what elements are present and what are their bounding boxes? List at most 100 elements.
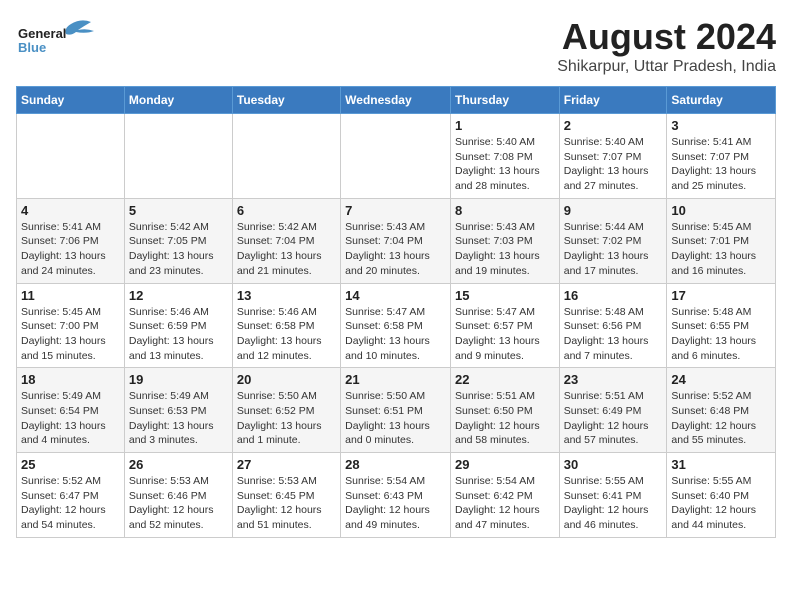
day-number: 28 (345, 457, 446, 472)
location: Shikarpur, Uttar Pradesh, India (557, 58, 776, 76)
day-detail: Sunrise: 5:50 AMSunset: 6:52 PMDaylight:… (237, 389, 336, 448)
calendar-cell: 19 Sunrise: 5:49 AMSunset: 6:53 PMDayligh… (124, 368, 232, 453)
title-area: August 2024 Shikarpur, Uttar Pradesh, In… (557, 16, 776, 76)
calendar-cell (341, 114, 451, 199)
calendar-cell: 5Sunrise: 5:42 AMSunset: 7:05 PMDaylight… (124, 198, 232, 283)
day-header-tuesday: Tuesday (232, 87, 340, 114)
week-row-4: 18 Sunrise: 5:49 AMSunset: 6:54 PMDayligh… (17, 368, 776, 453)
day-detail: Sunrise: 5:49 AMSunset: 6:53 PMDaylight:… (129, 389, 228, 448)
day-number: 31 (671, 457, 771, 472)
calendar-cell: 7Sunrise: 5:43 AMSunset: 7:04 PMDaylight… (341, 198, 451, 283)
day-number: 9 (564, 203, 663, 218)
day-number: 6 (237, 203, 336, 218)
day-header-wednesday: Wednesday (341, 87, 451, 114)
calendar-cell (17, 114, 125, 199)
day-number: 18 (21, 372, 120, 387)
day-detail: Sunrise: 5:54 AMSunset: 6:42 PMDaylight:… (455, 474, 555, 533)
day-number: 23 (564, 372, 663, 387)
day-number: 8 (455, 203, 555, 218)
day-detail: Sunrise: 5:49 AMSunset: 6:54 PMDaylight:… (21, 389, 120, 448)
day-number: 24 (671, 372, 771, 387)
calendar-cell: 18 Sunrise: 5:49 AMSunset: 6:54 PMDayligh… (17, 368, 125, 453)
day-number: 17 (671, 288, 771, 303)
day-number: 7 (345, 203, 446, 218)
calendar-table: SundayMondayTuesdayWednesdayThursdayFrid… (16, 86, 776, 538)
day-detail: Sunrise: 5:45 AMSunset: 7:00 PMDaylight:… (21, 305, 120, 364)
day-number: 10 (671, 203, 771, 218)
calendar-cell: 11 Sunrise: 5:45 AMSunset: 7:00 PMDayligh… (17, 283, 125, 368)
day-number: 15 (455, 288, 555, 303)
week-row-5: 25 Sunrise: 5:52 AMSunset: 6:47 PMDayligh… (17, 453, 776, 538)
day-number: 12 (129, 288, 228, 303)
day-detail: Sunrise: 5:42 AMSunset: 7:05 PMDaylight:… (129, 220, 228, 279)
day-number: 13 (237, 288, 336, 303)
calendar-cell: 13Sunrise: 5:46 AMSunset: 6:58 PMDayligh… (232, 283, 340, 368)
calendar-cell: 1 Sunrise: 5:40 AMSunset: 7:08 PMDaylight… (450, 114, 559, 199)
day-number: 22 (455, 372, 555, 387)
week-row-3: 11 Sunrise: 5:45 AMSunset: 7:00 PMDayligh… (17, 283, 776, 368)
calendar-cell: 15 Sunrise: 5:47 AMSunset: 6:57 PMDayligh… (450, 283, 559, 368)
svg-text:Blue: Blue (18, 40, 46, 55)
day-number: 30 (564, 457, 663, 472)
calendar-cell: 21Sunrise: 5:50 AMSunset: 6:51 PMDayligh… (341, 368, 451, 453)
day-number: 27 (237, 457, 336, 472)
day-header-monday: Monday (124, 87, 232, 114)
day-number: 3 (671, 118, 771, 133)
day-detail: Sunrise: 5:51 AMSunset: 6:49 PMDaylight:… (564, 389, 663, 448)
day-detail: Sunrise: 5:43 AMSunset: 7:03 PMDaylight:… (455, 220, 555, 279)
day-detail: Sunrise: 5:41 AMSunset: 7:07 PMDaylight:… (671, 135, 771, 194)
logo: General Blue (16, 16, 96, 56)
calendar-cell: 16 Sunrise: 5:48 AMSunset: 6:56 PMDayligh… (559, 283, 667, 368)
calendar-cell: 14 Sunrise: 5:47 AMSunset: 6:58 PMDayligh… (341, 283, 451, 368)
day-number: 1 (455, 118, 555, 133)
calendar-cell: 8 Sunrise: 5:43 AMSunset: 7:03 PMDaylight… (450, 198, 559, 283)
calendar-cell: 23 Sunrise: 5:51 AMSunset: 6:49 PMDayligh… (559, 368, 667, 453)
calendar-cell: 17Sunrise: 5:48 AMSunset: 6:55 PMDayligh… (667, 283, 776, 368)
day-detail: Sunrise: 5:53 AMSunset: 6:46 PMDaylight:… (129, 474, 228, 533)
calendar-cell: 4 Sunrise: 5:41 AMSunset: 7:06 PMDaylight… (17, 198, 125, 283)
calendar-cell: 9 Sunrise: 5:44 AMSunset: 7:02 PMDaylight… (559, 198, 667, 283)
day-number: 19 (129, 372, 228, 387)
day-detail: Sunrise: 5:51 AMSunset: 6:50 PMDaylight:… (455, 389, 555, 448)
day-detail: Sunrise: 5:55 AMSunset: 6:40 PMDaylight:… (671, 474, 771, 533)
day-header-saturday: Saturday (667, 87, 776, 114)
calendar-cell: 28 Sunrise: 5:54 AMSunset: 6:43 PMDayligh… (341, 453, 451, 538)
day-number: 14 (345, 288, 446, 303)
calendar-cell: 22 Sunrise: 5:51 AMSunset: 6:50 PMDayligh… (450, 368, 559, 453)
calendar-cell: 10 Sunrise: 5:45 AMSunset: 7:01 PMDayligh… (667, 198, 776, 283)
day-detail: Sunrise: 5:48 AMSunset: 6:56 PMDaylight:… (564, 305, 663, 364)
calendar-cell: 6Sunrise: 5:42 AMSunset: 7:04 PMDaylight… (232, 198, 340, 283)
logo-icon: General Blue (16, 16, 96, 56)
month-year: August 2024 (557, 16, 776, 58)
day-detail: Sunrise: 5:47 AMSunset: 6:57 PMDaylight:… (455, 305, 555, 364)
calendar-cell: 25 Sunrise: 5:52 AMSunset: 6:47 PMDayligh… (17, 453, 125, 538)
day-number: 16 (564, 288, 663, 303)
calendar-cell: 30 Sunrise: 5:55 AMSunset: 6:41 PMDayligh… (559, 453, 667, 538)
day-detail: Sunrise: 5:45 AMSunset: 7:01 PMDaylight:… (671, 220, 771, 279)
day-number: 2 (564, 118, 663, 133)
day-number: 21 (345, 372, 446, 387)
page-header: General Blue August 2024 Shikarpur, Utta… (16, 16, 776, 76)
day-detail: Sunrise: 5:47 AMSunset: 6:58 PMDaylight:… (345, 305, 446, 364)
calendar-cell: 29Sunrise: 5:54 AMSunset: 6:42 PMDayligh… (450, 453, 559, 538)
day-detail: Sunrise: 5:44 AMSunset: 7:02 PMDaylight:… (564, 220, 663, 279)
calendar-cell: 27Sunrise: 5:53 AMSunset: 6:45 PMDayligh… (232, 453, 340, 538)
day-detail: Sunrise: 5:40 AMSunset: 7:08 PMDaylight:… (455, 135, 555, 194)
week-row-1: 1 Sunrise: 5:40 AMSunset: 7:08 PMDaylight… (17, 114, 776, 199)
day-detail: Sunrise: 5:41 AMSunset: 7:06 PMDaylight:… (21, 220, 120, 279)
day-number: 4 (21, 203, 120, 218)
day-detail: Sunrise: 5:46 AMSunset: 6:59 PMDaylight:… (129, 305, 228, 364)
day-header-thursday: Thursday (450, 87, 559, 114)
day-number: 11 (21, 288, 120, 303)
week-row-2: 4 Sunrise: 5:41 AMSunset: 7:06 PMDaylight… (17, 198, 776, 283)
day-detail: Sunrise: 5:54 AMSunset: 6:43 PMDaylight:… (345, 474, 446, 533)
calendar-cell: 3 Sunrise: 5:41 AMSunset: 7:07 PMDaylight… (667, 114, 776, 199)
day-detail: Sunrise: 5:52 AMSunset: 6:47 PMDaylight:… (21, 474, 120, 533)
day-number: 25 (21, 457, 120, 472)
day-detail: Sunrise: 5:55 AMSunset: 6:41 PMDaylight:… (564, 474, 663, 533)
day-header-sunday: Sunday (17, 87, 125, 114)
day-header-friday: Friday (559, 87, 667, 114)
calendar-cell (124, 114, 232, 199)
header-row: SundayMondayTuesdayWednesdayThursdayFrid… (17, 87, 776, 114)
calendar-cell: 31 Sunrise: 5:55 AMSunset: 6:40 PMDayligh… (667, 453, 776, 538)
